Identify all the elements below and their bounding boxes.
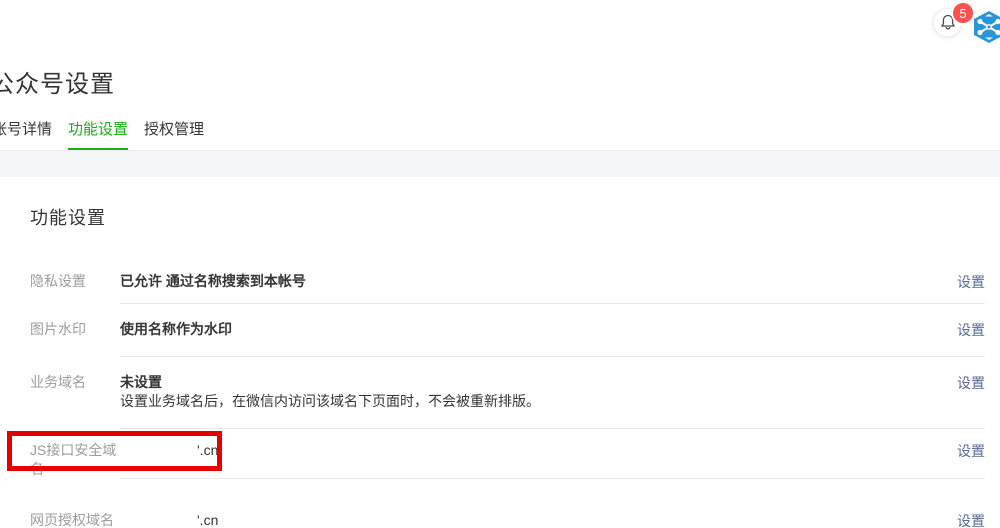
top-bar: 5 — [0, 0, 1000, 46]
tab-authorization-management[interactable]: 授权管理 — [144, 118, 204, 151]
tab-bar: 帐号详情 功能设置 授权管理 — [0, 118, 220, 151]
watermark-settings-link[interactable]: 设置 — [957, 320, 985, 340]
tab-function-settings[interactable]: 功能设置 — [68, 118, 128, 151]
section-separator-band — [0, 150, 1000, 177]
page-title: 公众号设置 — [0, 64, 115, 99]
open-platform-logo-icon[interactable] — [972, 11, 1000, 43]
row-divider — [120, 428, 985, 429]
section-heading: 功能设置 — [30, 204, 106, 230]
row-divider — [120, 303, 985, 304]
business-domain-settings-link[interactable]: 设置 — [957, 373, 985, 393]
row-value: 已允许 通过名称搜索到本帐号 — [120, 272, 306, 291]
row-value: 使用名称作为水印 — [120, 320, 232, 339]
row-label: 网页授权域名 — [30, 511, 122, 528]
row-value: 未设置 — [120, 373, 162, 392]
row-value: '.cn — [197, 511, 218, 528]
tab-account-details[interactable]: 帐号详情 — [0, 118, 52, 151]
row-divider — [120, 478, 985, 479]
webauth-domain-settings-link[interactable]: 设置 — [957, 511, 985, 528]
privacy-settings-link[interactable]: 设置 — [957, 272, 985, 292]
row-label: 隐私设置 — [30, 272, 122, 291]
row-divider — [120, 356, 985, 357]
row-label: 业务域名 — [30, 373, 122, 392]
row-description: 设置业务域名后，在微信内访问该域名下页面时，不会被重新排版。 — [120, 392, 540, 411]
row-label: JS接口安全域名 — [30, 441, 122, 479]
js-domain-settings-link[interactable]: 设置 — [957, 441, 985, 461]
row-label: 图片水印 — [30, 320, 122, 339]
row-value: '.cn — [197, 441, 218, 460]
